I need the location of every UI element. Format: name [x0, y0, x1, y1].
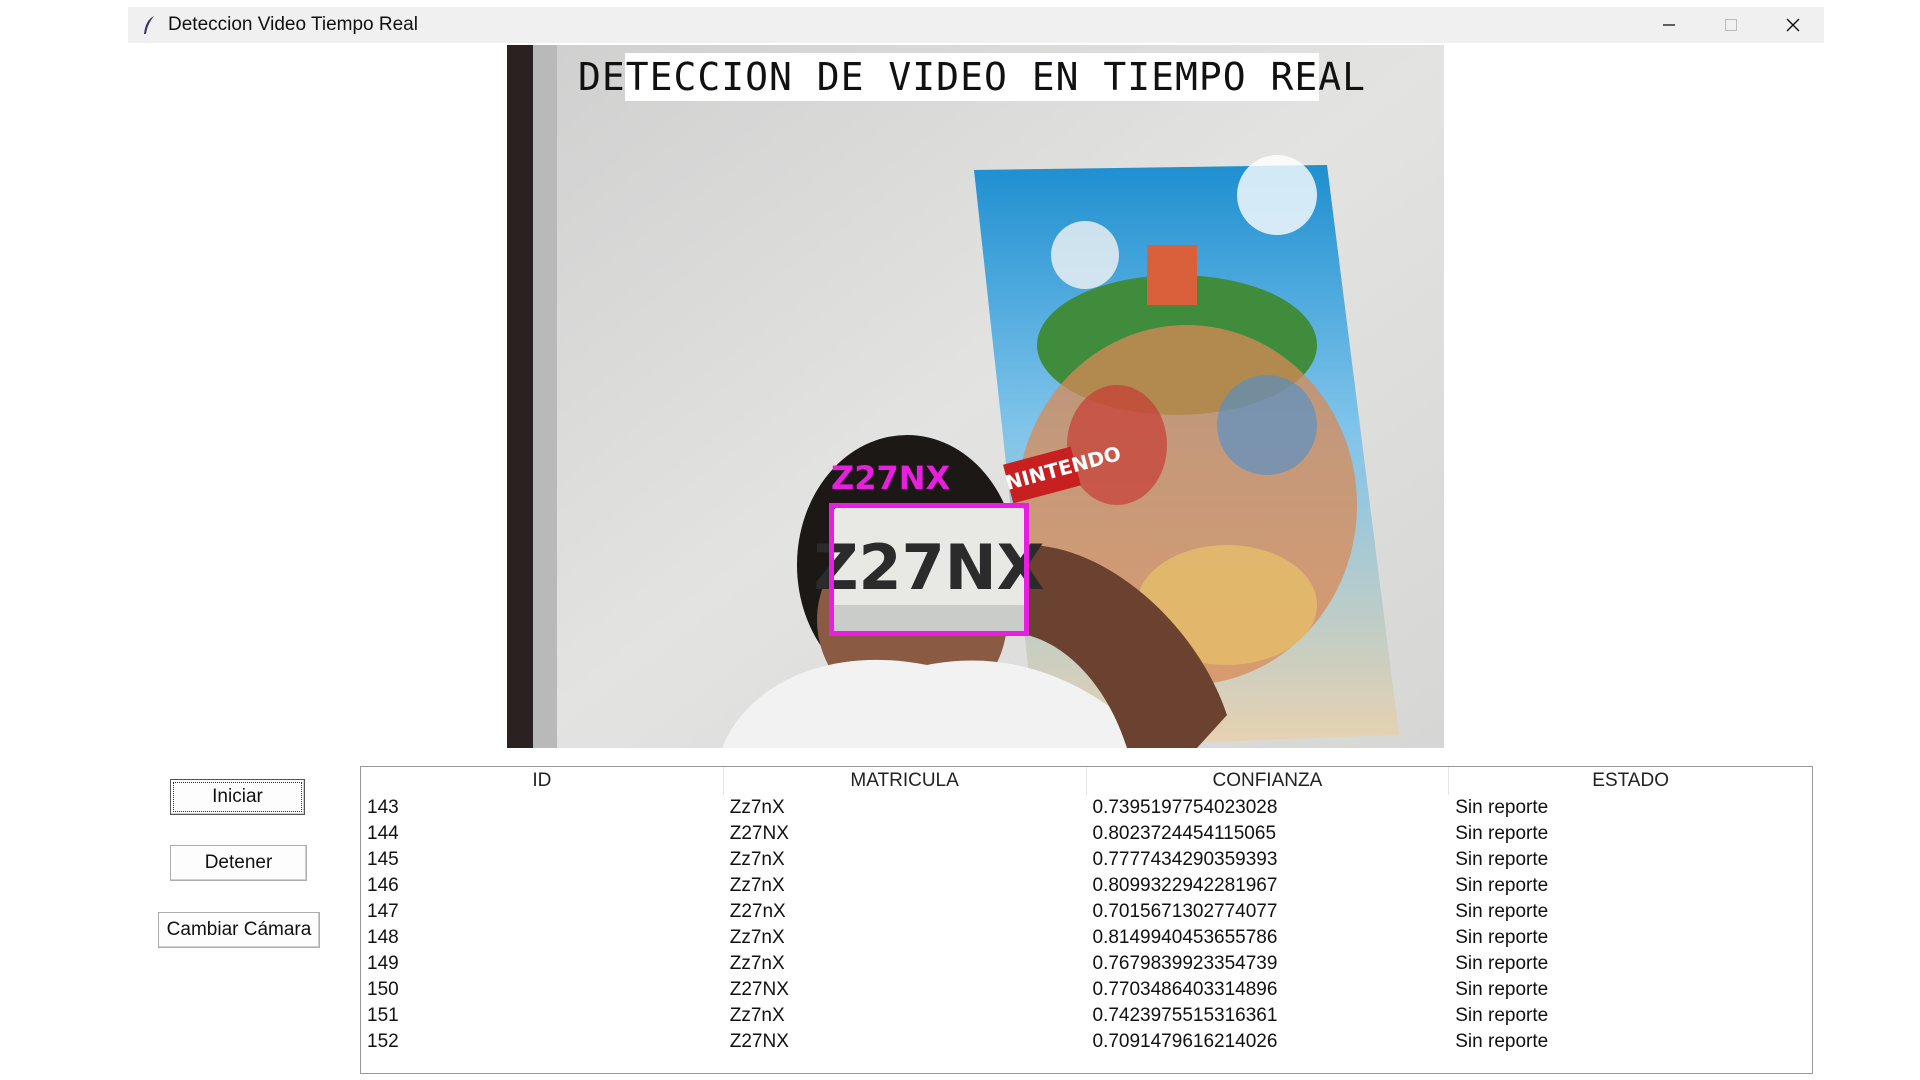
cell-estado: Sin reporte: [1455, 927, 1549, 948]
table-row[interactable]: 143 Zz7nX 0.7395197754023028 Sin reporte: [361, 795, 1812, 821]
cell-confianza: 0.7679839923354739: [1092, 953, 1278, 974]
cell-confianza: 0.8023724454115065: [1092, 823, 1277, 844]
table-row[interactable]: 149 Zz7nX 0.7679839923354739 Sin reporte: [361, 951, 1812, 977]
video-overlay-title: DETECCION DE VIDEO EN TIEMPO REAL: [578, 53, 1366, 101]
cell-id: 147: [367, 901, 399, 922]
window-controls: [1638, 7, 1824, 43]
cell-id: 152: [367, 1031, 399, 1052]
table-row[interactable]: 151 Zz7nX 0.7423975515316361 Sin reporte: [361, 1003, 1812, 1029]
column-header-id[interactable]: ID: [361, 767, 724, 795]
camera-frame: Z27NX NINTENDO: [507, 45, 1444, 748]
detection-box: [829, 503, 1029, 636]
table-row[interactable]: 147 Z27nX 0.7015671302774077 Sin reporte: [361, 899, 1812, 925]
close-icon: [1786, 18, 1800, 32]
stop-button[interactable]: Detener: [170, 845, 307, 881]
cell-id: 151: [367, 1005, 399, 1026]
feather-icon: [142, 14, 158, 36]
table-body: 143 Zz7nX 0.7395197754023028 Sin reporte 144…: [361, 795, 1812, 1055]
cell-estado: Sin reporte: [1455, 1031, 1549, 1052]
cell-matricula: Zz7nX: [729, 927, 785, 948]
app-window: Deteccion Video Tiempo Real Z27NX NINTEN…: [128, 7, 1824, 1080]
cell-matricula: Z27NX: [729, 1031, 789, 1052]
cell-confianza: 0.8149940453655786: [1092, 927, 1278, 948]
column-header-estado[interactable]: ESTADO: [1449, 767, 1812, 795]
cell-id: 149: [367, 953, 399, 974]
cell-confianza: 0.7423975515316361: [1092, 1005, 1278, 1026]
window-title: Deteccion Video Tiempo Real: [168, 14, 418, 35]
cell-estado: Sin reporte: [1455, 1005, 1549, 1026]
close-button[interactable]: [1762, 7, 1824, 43]
column-header-confianza[interactable]: CONFIANZA: [1087, 767, 1450, 795]
cell-id: 150: [367, 979, 399, 1000]
maximize-button[interactable]: [1700, 7, 1762, 43]
column-header-matricula[interactable]: MATRICULA: [724, 767, 1087, 795]
cell-matricula: Zz7nX: [729, 875, 785, 896]
table-row[interactable]: 150 Z27NX 0.7703486403314896 Sin reporte: [361, 977, 1812, 1003]
cell-matricula: Zz7nX: [729, 797, 785, 818]
minimize-icon: [1663, 24, 1675, 26]
cell-estado: Sin reporte: [1455, 979, 1549, 1000]
cell-matricula: Z27NX: [729, 823, 789, 844]
table-row[interactable]: 144 Z27NX 0.8023724454115065 Sin reporte: [361, 821, 1812, 847]
cell-estado: Sin reporte: [1455, 849, 1549, 870]
cell-id: 143: [367, 797, 399, 818]
cell-matricula: Z27nX: [729, 901, 786, 922]
cell-matricula: Zz7nX: [729, 953, 785, 974]
cell-estado: Sin reporte: [1455, 797, 1549, 818]
table-header: ID MATRICULA CONFIANZA ESTADO: [361, 767, 1812, 795]
cell-id: 146: [367, 875, 399, 896]
cell-estado: Sin reporte: [1455, 953, 1549, 974]
cell-estado: Sin reporte: [1455, 901, 1549, 922]
cell-estado: Sin reporte: [1455, 875, 1549, 896]
cell-confianza: 0.7015671302774077: [1092, 901, 1278, 922]
minimize-button[interactable]: [1638, 7, 1700, 43]
cell-confianza: 0.7703486403314896: [1092, 979, 1278, 1000]
table-row[interactable]: 148 Zz7nX 0.8149940453655786 Sin reporte: [361, 925, 1812, 951]
cell-id: 145: [367, 849, 399, 870]
cell-confianza: 0.7395197754023028: [1092, 797, 1278, 818]
cell-matricula: Z27NX: [729, 979, 789, 1000]
table-row[interactable]: 145 Zz7nX 0.7777434290359393 Sin reporte: [361, 847, 1812, 873]
cell-confianza: 0.7777434290359393: [1092, 849, 1278, 870]
video-feed: Z27NX NINTENDO DETECCION DE VIDEO EN TIE…: [507, 45, 1444, 748]
cell-matricula: Zz7nX: [729, 1005, 785, 1026]
cell-matricula: Zz7nX: [729, 849, 785, 870]
switch-camera-button[interactable]: Cambiar Cámara: [158, 912, 320, 948]
start-button[interactable]: Iniciar: [170, 779, 305, 815]
table-row[interactable]: 146 Zz7nX 0.8099322942281967 Sin reporte: [361, 873, 1812, 899]
cell-estado: Sin reporte: [1455, 823, 1549, 844]
cell-confianza: 0.7091479616214026: [1092, 1031, 1278, 1052]
cell-id: 148: [367, 927, 399, 948]
cell-confianza: 0.8099322942281967: [1092, 875, 1278, 896]
detection-label: Z27NX: [831, 459, 951, 497]
table-row[interactable]: 152 Z27NX 0.7091479616214026 Sin reporte: [361, 1029, 1812, 1055]
title-bar: Deteccion Video Tiempo Real: [128, 7, 1824, 43]
maximize-icon: [1725, 19, 1737, 31]
detections-table[interactable]: ID MATRICULA CONFIANZA ESTADO 143 Zz7nX 0.…: [360, 766, 1813, 1074]
cell-id: 144: [367, 823, 399, 844]
